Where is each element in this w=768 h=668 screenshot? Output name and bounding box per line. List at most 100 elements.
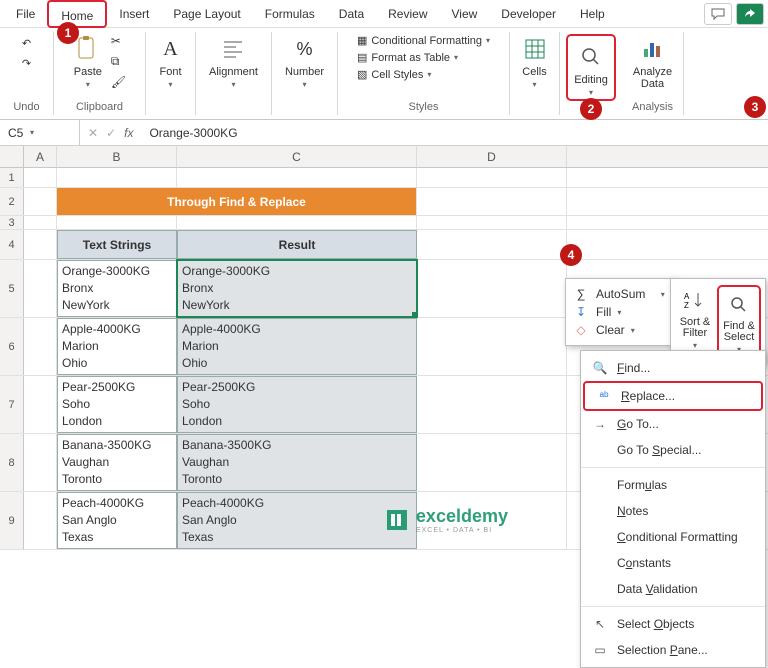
name-box[interactable]: C5 ▾ — [0, 120, 80, 145]
rowhead[interactable]: 9 — [0, 492, 24, 549]
redo-icon: ↷ — [18, 54, 36, 72]
alignment-icon — [218, 34, 248, 64]
copy-icon[interactable]: ⧉ — [111, 54, 126, 69]
table-cell[interactable]: Apple-4000KGMarionOhio — [57, 318, 177, 375]
table-cell[interactable]: Pear-2500KGSohoLondon — [177, 376, 417, 433]
formula-input[interactable]: Orange-3000KG — [141, 126, 237, 140]
callout-1: 1 — [57, 22, 79, 44]
colhead-c[interactable]: C — [177, 146, 417, 167]
table-cell[interactable]: Peach-4000KGSan AngloTexas — [177, 492, 417, 549]
rowhead[interactable]: 7 — [0, 376, 24, 433]
rowhead[interactable]: 5 — [0, 260, 24, 317]
callout-2: 2 — [580, 98, 602, 120]
replace-icon: ᵃᵇ — [595, 389, 613, 403]
percent-icon: % — [290, 34, 320, 64]
menu-constants[interactable]: Constants — [581, 550, 765, 576]
tab-file[interactable]: File — [4, 0, 47, 28]
menu-selection-pane[interactable]: ▭Selection Pane... — [581, 637, 765, 663]
cell-styles[interactable]: ▧Cell Styles ▾ — [357, 68, 490, 81]
autosum[interactable]: ∑AutoSum ▾ — [572, 285, 668, 303]
formula-bar: C5 ▾ ✕ ✓ fx Orange-3000KG — [0, 120, 768, 146]
rowhead[interactable]: 3 — [0, 216, 24, 229]
conditional-formatting[interactable]: ▦Conditional Formatting ▾ — [357, 34, 490, 47]
menu-select-objects[interactable]: ↖Select Objects — [581, 611, 765, 637]
colhead-a[interactable]: A — [24, 146, 57, 167]
comment-icon — [711, 8, 725, 20]
pointer-icon: ↖ — [591, 617, 609, 631]
format-as-table[interactable]: ▤Format as Table ▾ — [357, 51, 490, 64]
comments-button[interactable] — [704, 3, 732, 25]
search-icon: 🔍 — [591, 361, 609, 375]
colhead-b[interactable]: B — [57, 146, 177, 167]
search-icon — [576, 42, 606, 72]
fx-icon[interactable]: fx — [116, 126, 141, 140]
logo-icon — [384, 507, 410, 533]
cells-dropdown[interactable]: Cells▾ — [520, 34, 550, 89]
cancel-icon[interactable]: ✕ — [80, 126, 106, 140]
paste-label: Paste — [74, 66, 102, 78]
tab-help[interactable]: Help — [568, 0, 617, 28]
table-header-b[interactable]: Text Strings — [57, 230, 177, 259]
tab-view[interactable]: View — [440, 0, 490, 28]
menu-notes[interactable]: Notes — [581, 498, 765, 524]
chevron-down-icon: ▾ — [86, 80, 90, 89]
tab-formulas[interactable]: Formulas — [253, 0, 327, 28]
table-cell[interactable]: Banana-3500KGVaughanToronto — [177, 434, 417, 491]
analyze-data[interactable]: Analyze Data — [630, 34, 675, 90]
group-number: %Number▾ — [272, 32, 338, 115]
table-cell[interactable]: Orange-3000KGBronxNewYork — [57, 260, 177, 317]
select-all[interactable] — [0, 146, 24, 167]
cut-icon[interactable]: ✂ — [111, 34, 126, 48]
table-cell[interactable]: Peach-4000KGSan AngloTexas — [57, 492, 177, 549]
colhead-d[interactable]: D — [417, 146, 567, 167]
tab-review[interactable]: Review — [376, 0, 439, 28]
pane-icon: ▭ — [591, 643, 609, 657]
group-label-analysis: Analysis — [630, 101, 675, 113]
rowhead[interactable]: 8 — [0, 434, 24, 491]
rowhead[interactable]: 1 — [0, 168, 24, 187]
enter-icon[interactable]: ✓ — [106, 126, 116, 140]
cell-styles-icon: ▧ — [357, 68, 367, 81]
table-cell-active[interactable]: Orange-3000KGBronxNewYork — [177, 260, 417, 317]
editing-dropdown[interactable]: Editing▾ — [566, 34, 616, 101]
number-dropdown[interactable]: %Number▾ — [285, 34, 324, 89]
rowhead[interactable]: 6 — [0, 318, 24, 375]
tab-insert[interactable]: Insert — [107, 0, 161, 28]
font-dropdown[interactable]: AFont▾ — [156, 34, 186, 89]
tab-developer[interactable]: Developer — [489, 0, 568, 28]
tab-home[interactable]: Home — [47, 0, 107, 28]
table-cell[interactable]: Banana-3500KGVaughanToronto — [57, 434, 177, 491]
format-painter-icon[interactable]: 🖌 — [111, 75, 126, 89]
table-cell[interactable]: Apple-4000KGMarionOhio — [177, 318, 417, 375]
share-button[interactable] — [736, 3, 764, 25]
fill[interactable]: ↧Fill ▾ — [572, 303, 668, 321]
alignment-dropdown[interactable]: Alignment▾ — [209, 34, 258, 89]
group-label-undo: Undo — [8, 101, 45, 113]
eraser-icon: ◇ — [572, 323, 590, 337]
tab-data[interactable]: Data — [327, 0, 376, 28]
rowhead[interactable]: 4 — [0, 230, 24, 259]
menu-goto[interactable]: →Go To... — [581, 411, 765, 437]
rowhead[interactable]: 2 — [0, 188, 24, 215]
menu-validation[interactable]: Data Validation — [581, 576, 765, 602]
menu-find[interactable]: 🔍Find... — [581, 355, 765, 381]
find-select[interactable]: Find & Select▾ — [717, 285, 761, 358]
chart-icon — [638, 34, 668, 64]
fill-icon: ↧ — [572, 305, 590, 319]
group-label-clipboard: Clipboard — [62, 101, 137, 113]
callout-4: 4 — [560, 244, 582, 266]
menu-cond-fmt[interactable]: Conditional Formatting — [581, 524, 765, 550]
undo-button[interactable]: ↶ ↷ — [18, 34, 36, 72]
undo-icon: ↶ — [18, 34, 36, 52]
clear[interactable]: ◇Clear ▾ — [572, 321, 668, 339]
menu-goto-special[interactable]: Go To Special... — [581, 437, 765, 463]
editing-panel: ∑AutoSum ▾ ↧Fill ▾ ◇Clear ▾ — [565, 278, 675, 346]
sort-filter[interactable]: AZ Sort & Filter▾ — [675, 285, 715, 358]
table-cell[interactable]: Pear-2500KGSohoLondon — [57, 376, 177, 433]
table-header-c[interactable]: Result — [177, 230, 417, 259]
title-banner[interactable]: Through Find & Replace — [57, 188, 417, 215]
menu-replace[interactable]: ᵃᵇReplace... — [583, 381, 763, 411]
paste-button[interactable]: Paste ▾ — [73, 34, 103, 89]
tab-page-layout[interactable]: Page Layout — [161, 0, 252, 28]
menu-formulas[interactable]: Formulas — [581, 472, 765, 498]
